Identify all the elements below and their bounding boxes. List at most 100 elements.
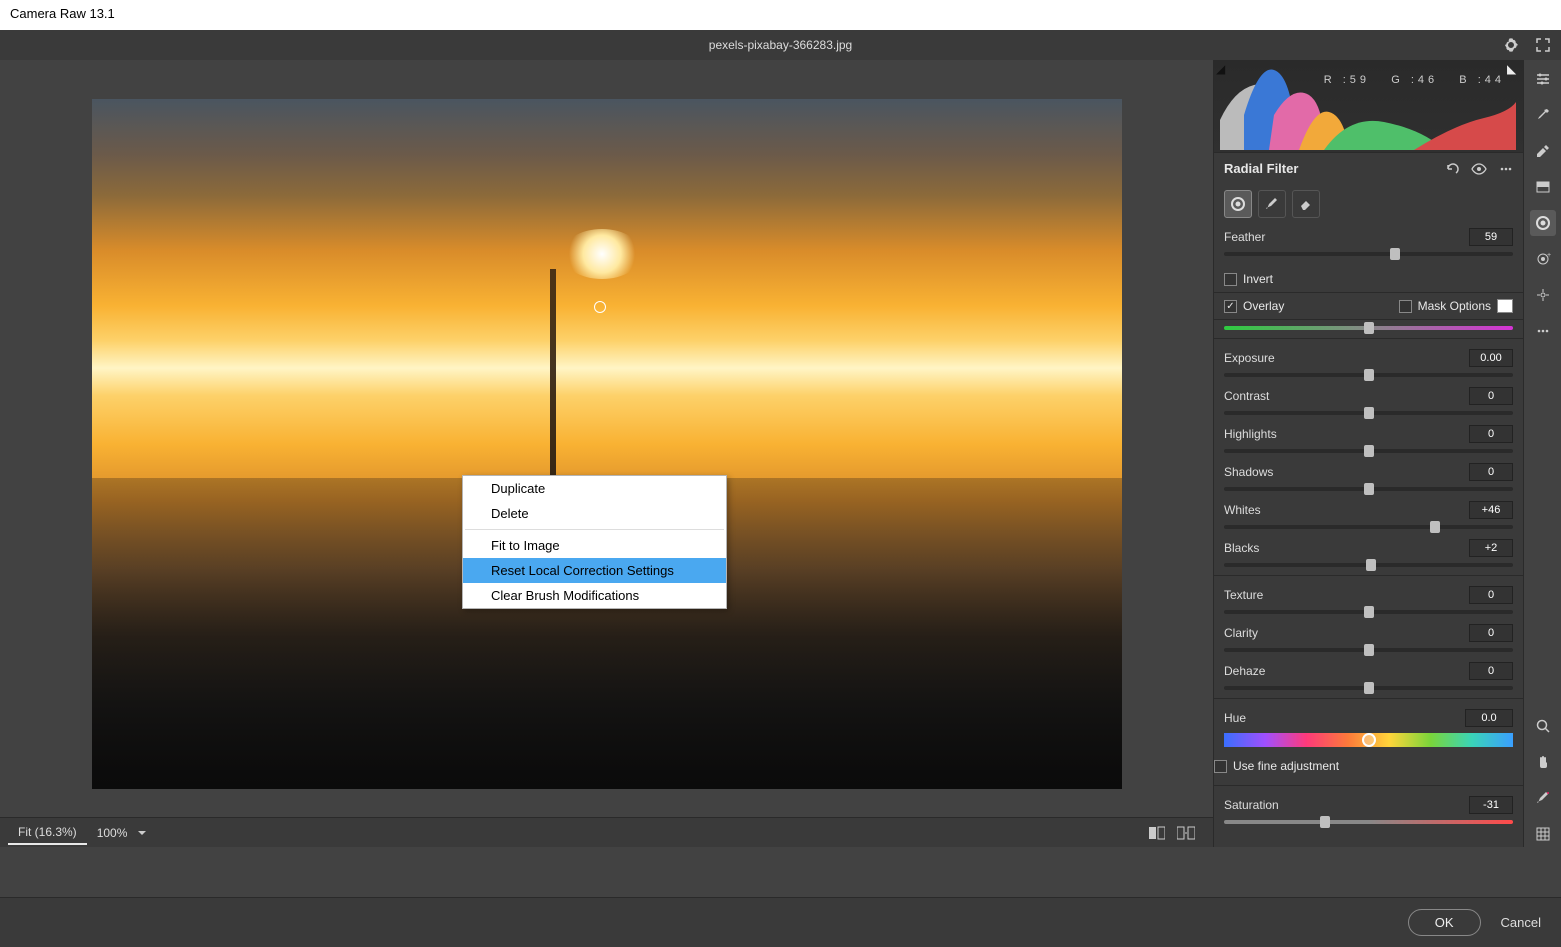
radial-icon[interactable] — [1530, 210, 1556, 236]
whites-label: Whites — [1224, 503, 1469, 517]
right-tool-strip: + — [1523, 60, 1561, 847]
exposure-label: Exposure — [1224, 351, 1469, 365]
saturation-value[interactable]: -31 — [1469, 796, 1513, 814]
spot-icon[interactable] — [1530, 282, 1556, 308]
radial-tool-button[interactable] — [1224, 190, 1252, 218]
ctx-duplicate[interactable]: Duplicate — [463, 476, 726, 501]
dehaze-value[interactable]: 0 — [1469, 662, 1513, 680]
radial-pin-1[interactable] — [594, 301, 606, 313]
overlay-row: Overlay Mask Options — [1214, 292, 1523, 320]
gear-icon[interactable] — [1503, 37, 1519, 53]
invert-label: Invert — [1243, 272, 1273, 286]
saturation-slider[interactable] — [1224, 820, 1513, 824]
ctx-clear-brush[interactable]: Clear Brush Modifications — [463, 583, 726, 608]
ctx-delete[interactable]: Delete — [463, 501, 726, 526]
exposure-value[interactable]: 0.00 — [1469, 349, 1513, 367]
eraser-tool-button[interactable] — [1292, 190, 1320, 218]
clarity-label: Clarity — [1224, 626, 1469, 640]
before-after-swap-icon[interactable] — [1177, 826, 1195, 840]
chevron-down-icon[interactable] — [137, 828, 147, 838]
dehaze-slider[interactable] — [1224, 686, 1513, 690]
title-bar: Camera Raw 13.1 — [0, 0, 1561, 30]
app-frame: pexels-pixabay-366283.jpg — [0, 30, 1561, 847]
svg-text:+: + — [1547, 252, 1551, 259]
sliders-scroll[interactable]: Exposure0.00 Contrast0 Highlights0 Shado… — [1214, 320, 1523, 847]
exposure-slider[interactable] — [1224, 373, 1513, 377]
redeye-icon[interactable]: + — [1530, 246, 1556, 272]
hue-value[interactable]: 0.0 — [1465, 709, 1513, 727]
fine-adjust-row[interactable]: Use fine adjustment — [1214, 755, 1523, 781]
shadows-value[interactable]: 0 — [1469, 463, 1513, 481]
brush-tool-button[interactable] — [1258, 190, 1286, 218]
hue-slider[interactable] — [1224, 733, 1513, 747]
sampler-icon[interactable] — [1530, 138, 1556, 164]
zoom-fit[interactable]: Fit (16.3%) — [8, 821, 87, 845]
image-view[interactable]: Duplicate Delete Fit to Image Reset Loca… — [0, 60, 1213, 817]
graduated-icon[interactable] — [1530, 174, 1556, 200]
contrast-label: Contrast — [1224, 389, 1469, 403]
fullscreen-icon[interactable] — [1535, 37, 1551, 53]
top-bar: pexels-pixabay-366283.jpg — [0, 30, 1561, 60]
grid-icon[interactable] — [1530, 821, 1556, 847]
local-tool-row — [1214, 184, 1523, 224]
canvas-col: Duplicate Delete Fit to Image Reset Loca… — [0, 60, 1213, 847]
mask-color-swatch[interactable] — [1497, 299, 1513, 313]
overlay-checkbox[interactable] — [1224, 300, 1237, 313]
eyedropper-icon[interactable] — [1530, 102, 1556, 128]
more-icon[interactable] — [1499, 162, 1513, 176]
shadows-slider[interactable] — [1224, 487, 1513, 491]
highlights-label: Highlights — [1224, 427, 1469, 441]
dehaze-label: Dehaze — [1224, 664, 1469, 678]
contrast-value[interactable]: 0 — [1469, 387, 1513, 405]
cancel-button[interactable]: Cancel — [1501, 915, 1541, 930]
before-after-split-icon[interactable] — [1149, 826, 1165, 840]
clarity-value[interactable]: 0 — [1469, 624, 1513, 642]
ctx-fit-to-image[interactable]: Fit to Image — [463, 533, 726, 558]
invert-row[interactable]: Invert — [1214, 266, 1523, 292]
zoom-icon[interactable] — [1530, 713, 1556, 739]
blacks-slider[interactable] — [1224, 563, 1513, 567]
zoom-bar: Fit (16.3%) 100% — [0, 817, 1213, 847]
texture-value[interactable]: 0 — [1469, 586, 1513, 604]
whites-value[interactable]: +46 — [1469, 501, 1513, 519]
eye-icon[interactable] — [1471, 162, 1487, 176]
feather-label: Feather — [1224, 230, 1469, 244]
highlights-value[interactable]: 0 — [1469, 425, 1513, 443]
tint-slider[interactable] — [1224, 326, 1513, 330]
mask-options-label: Mask Options — [1418, 299, 1491, 313]
whites-slider[interactable] — [1224, 525, 1513, 529]
sliders-icon[interactable] — [1530, 66, 1556, 92]
blacks-label: Blacks — [1224, 541, 1469, 555]
saturation-label: Saturation — [1224, 798, 1469, 812]
panel-title: Radial Filter — [1224, 161, 1445, 176]
more-tools-icon[interactable] — [1530, 318, 1556, 344]
photo-canvas[interactable] — [92, 99, 1122, 789]
texture-label: Texture — [1224, 588, 1469, 602]
hue-label: Hue — [1224, 711, 1465, 725]
filename: pexels-pixabay-366283.jpg — [709, 38, 852, 52]
contrast-slider[interactable] — [1224, 411, 1513, 415]
adjust-panel: ◢ ◣ R :59 G :46 B :44 Radial Filt — [1213, 60, 1523, 847]
fine-adjust-label: Use fine adjustment — [1233, 759, 1339, 773]
clarity-slider[interactable] — [1224, 648, 1513, 652]
shadows-label: Shadows — [1224, 465, 1469, 479]
texture-slider[interactable] — [1224, 610, 1513, 614]
zoom-100[interactable]: 100% — [87, 822, 138, 844]
ok-button[interactable]: OK — [1408, 909, 1481, 936]
ctx-separator — [465, 529, 724, 530]
rgb-readout: R :59 G :46 B :44 — [1324, 74, 1505, 86]
mask-options-checkbox[interactable] — [1399, 300, 1412, 313]
footer: OK Cancel — [0, 897, 1561, 947]
feather-slider[interactable] — [1224, 252, 1513, 256]
undo-icon[interactable] — [1445, 162, 1459, 176]
histogram[interactable]: ◢ ◣ R :59 G :46 B :44 — [1214, 60, 1523, 152]
feather-value[interactable]: 59 — [1469, 228, 1513, 246]
gap — [0, 847, 1561, 897]
fine-adjust-checkbox[interactable] — [1214, 760, 1227, 773]
invert-checkbox[interactable] — [1224, 273, 1237, 286]
ctx-reset-local-correction[interactable]: Reset Local Correction Settings — [463, 558, 726, 583]
sampler-brush-icon[interactable] — [1530, 785, 1556, 811]
hand-icon[interactable] — [1530, 749, 1556, 775]
highlights-slider[interactable] — [1224, 449, 1513, 453]
blacks-value[interactable]: +2 — [1469, 539, 1513, 557]
